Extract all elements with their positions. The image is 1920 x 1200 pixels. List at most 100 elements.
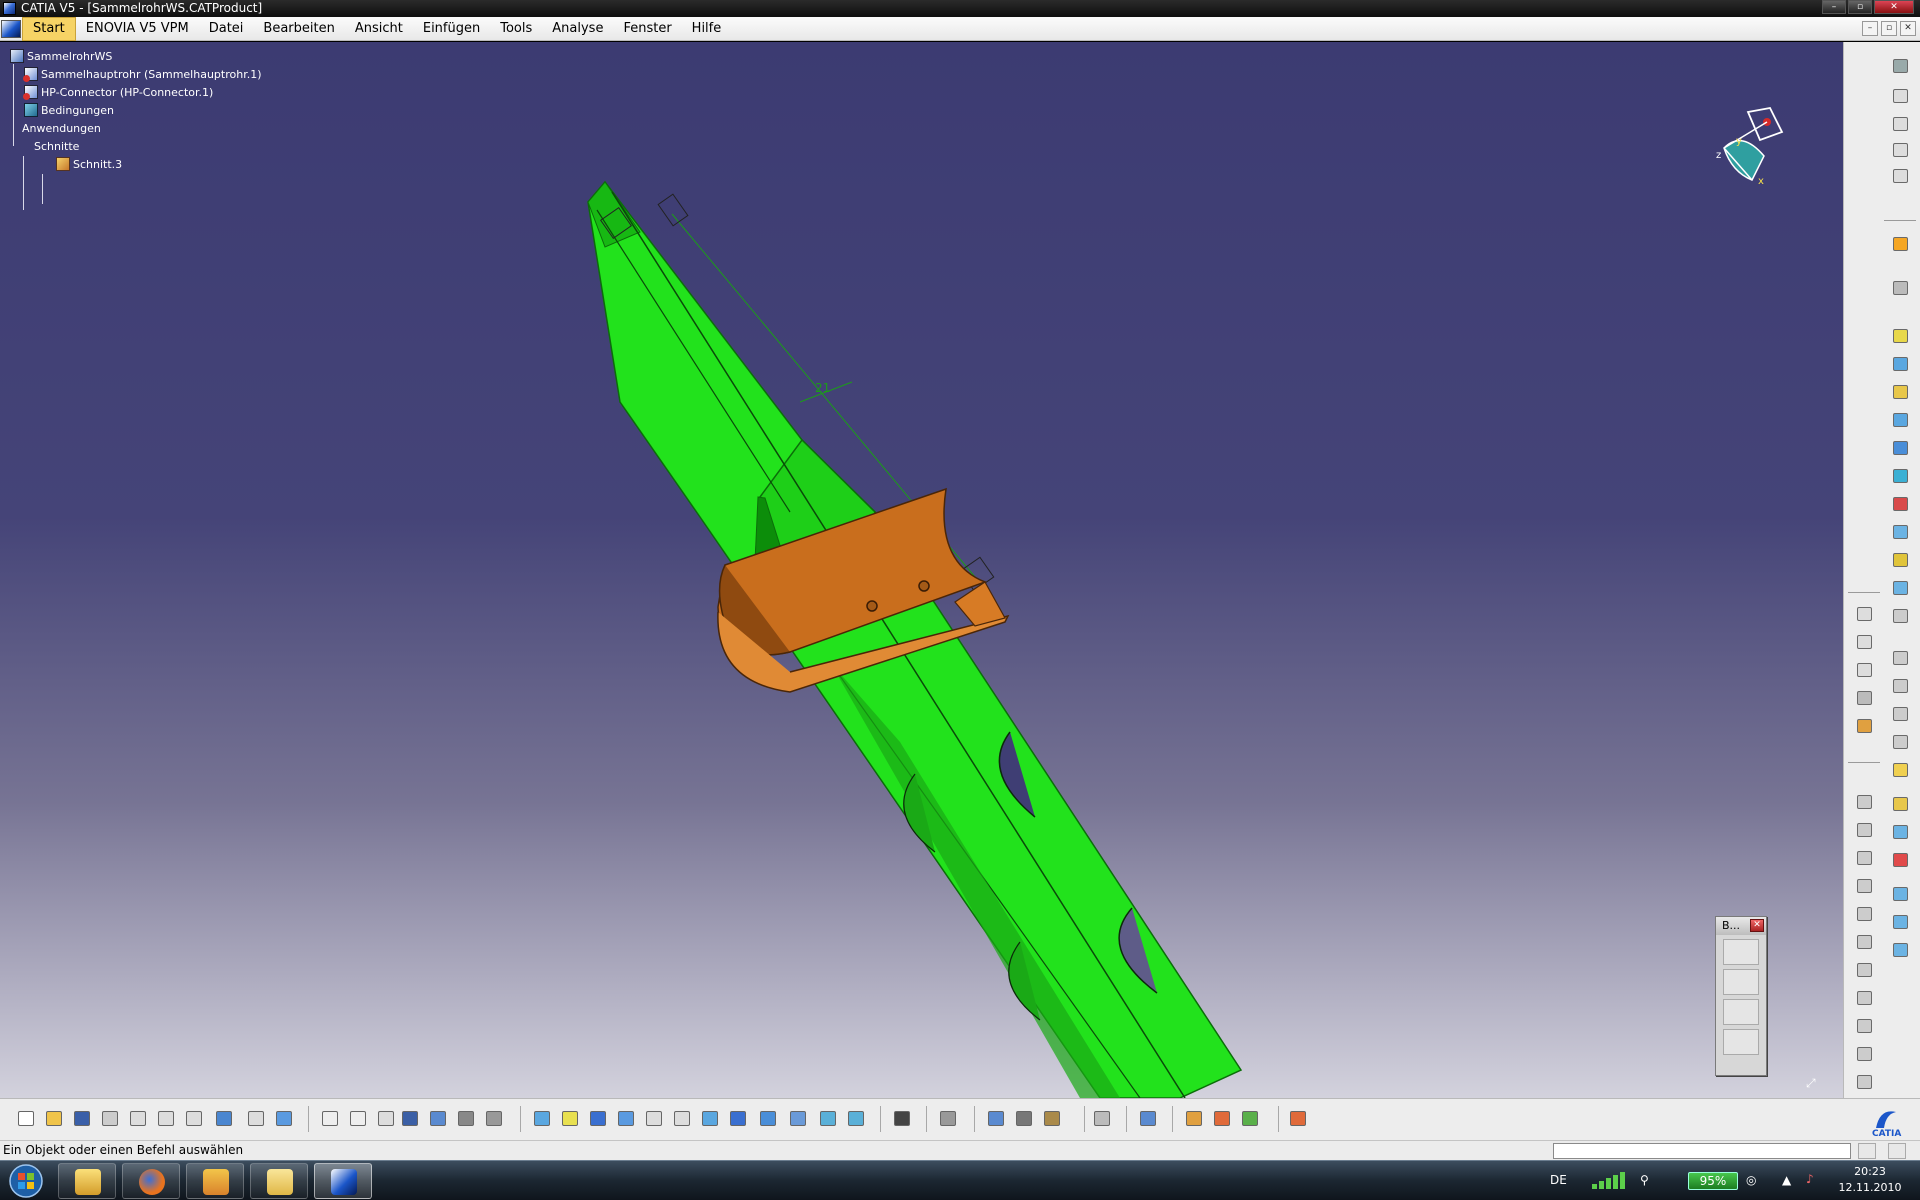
minimize-button[interactable]: – [1822,0,1846,14]
toolbar-button[interactable] [1890,166,1912,186]
toolbar-button[interactable] [1890,850,1912,870]
pan-button[interactable] [586,1108,610,1130]
select-arrow-button[interactable] [1890,234,1912,254]
battery-indicator[interactable]: 95% [1688,1172,1738,1190]
command-input[interactable] [1553,1143,1851,1159]
menu-analyse[interactable]: Analyse [542,17,613,41]
toolbar-button[interactable] [1890,940,1912,960]
toolbar-button[interactable] [1854,988,1876,1008]
toolbar-button[interactable] [1136,1108,1160,1130]
undo-button[interactable] [212,1108,236,1130]
help-button[interactable] [272,1108,296,1130]
status-button[interactable] [1888,1143,1906,1159]
tree-root[interactable]: SammelrohrWS [10,48,112,66]
swap-space-button[interactable] [844,1108,868,1130]
redo-button[interactable] [244,1108,268,1130]
table-button[interactable] [398,1108,422,1130]
new-document-button[interactable] [14,1108,38,1130]
toolbar-button[interactable] [1210,1108,1234,1130]
show-hidden-icons-icon[interactable]: ▲ [1782,1173,1791,1200]
toolbar-button[interactable] [1854,876,1876,896]
specification-tree[interactable]: SammelrohrWS Sammelhauptrohr (Sammelhaup… [8,48,308,210]
toolbar-button[interactable] [1890,86,1912,106]
menu-einfuegen[interactable]: Einfügen [413,17,490,41]
dimension-label[interactable]: 21 [815,381,830,395]
fit-all-button[interactable] [558,1108,582,1130]
toolbar-button[interactable] [1854,1072,1876,1092]
toolbar-button[interactable] [1854,604,1876,624]
taskbar-catia-button[interactable] [314,1163,372,1199]
clock[interactable]: 20:23 12.11.2010 [1834,1164,1906,1196]
toolbar-button[interactable] [426,1108,450,1130]
toolbar-button[interactable] [1890,466,1912,486]
toolbar-button[interactable] [1890,732,1912,752]
menu-enovia[interactable]: ENOVIA V5 VPM [76,17,199,41]
document-menu-icon[interactable] [1,20,21,38]
rotate-button[interactable] [614,1108,638,1130]
toolbar-button[interactable] [1854,716,1876,736]
toolbar-button[interactable] [1012,1108,1036,1130]
toolbar-button[interactable] [1890,114,1912,134]
toolbar-button[interactable] [1890,522,1912,542]
toolbar-button[interactable] [1890,438,1912,458]
print-button[interactable] [98,1108,122,1130]
annotation-abc-button[interactable] [1854,632,1876,652]
render-style-button[interactable] [786,1108,810,1130]
toolbar-button[interactable] [1890,760,1912,780]
toolbar-button[interactable] [936,1108,960,1130]
menu-start[interactable]: Start [22,17,76,41]
toolbar-button[interactable] [1890,382,1912,402]
menu-fenster[interactable]: Fenster [613,17,681,41]
toolbar-button[interactable] [1890,278,1912,298]
taskbar-folder-button[interactable] [250,1163,308,1199]
comment-button[interactable] [346,1108,370,1130]
toolbar-button[interactable] [1854,960,1876,980]
formula-button[interactable] [318,1108,342,1130]
3d-viewport[interactable]: 21 ⤢ SammelrohrWS Sammelhauptrohr (Samme… [0,42,1843,1098]
iso-view-button[interactable] [756,1108,780,1130]
toolbar-button[interactable] [1854,932,1876,952]
toolbar-button[interactable] [1854,904,1876,924]
doc-close-button[interactable]: ✕ [1900,21,1916,36]
toolbar-button[interactable] [1854,1044,1876,1064]
toolbar-button[interactable] [1854,820,1876,840]
menu-hilfe[interactable]: Hilfe [682,17,732,41]
section-tool-button[interactable] [1723,969,1759,995]
doc-minimize-button[interactable]: – [1862,21,1878,36]
toolbar-button[interactable] [454,1108,478,1130]
toolbar-button[interactable] [1238,1108,1262,1130]
toolbar-button[interactable] [1182,1108,1206,1130]
language-indicator[interactable]: DE [1550,1173,1567,1200]
menu-tools[interactable]: Tools [490,17,542,41]
status-button[interactable] [1858,1143,1876,1159]
zoom-out-button[interactable] [670,1108,694,1130]
menu-bearbeiten[interactable]: Bearbeiten [253,17,344,41]
floating-toolbar-close-button[interactable]: ✕ [1750,919,1764,932]
toolbar-button[interactable] [1854,792,1876,812]
floating-toolbar[interactable]: B... ✕ [1715,916,1767,1076]
toolbar-button[interactable] [1854,848,1876,868]
save-button[interactable] [70,1108,94,1130]
fly-mode-button[interactable] [530,1108,554,1130]
toolbar-button[interactable] [1890,912,1912,932]
tree-node-hp-connector[interactable]: HP-Connector (HP-Connector.1) [23,84,213,102]
compass-widget[interactable]: z x y [1712,100,1792,190]
toolbar-button[interactable] [1890,410,1912,430]
tree-node-sammelhauptrohr[interactable]: Sammelhauptrohr (Sammelhauptrohr.1) [23,66,262,84]
tree-node-schnitt-3[interactable]: Schnitt.3 [56,156,122,174]
start-button[interactable] [4,1163,48,1199]
toolbar-button[interactable] [1890,550,1912,570]
toolbar-button[interactable] [1890,704,1912,724]
menu-ansicht[interactable]: Ansicht [345,17,413,41]
open-button[interactable] [42,1108,66,1130]
normal-view-button[interactable] [698,1108,722,1130]
capture-camera-button[interactable] [890,1108,914,1130]
toolbar-button[interactable] [1090,1108,1114,1130]
hide-show-button[interactable] [816,1108,840,1130]
menu-datei[interactable]: Datei [199,17,254,41]
section-tool-button[interactable] [1723,939,1759,965]
zoom-in-button[interactable] [642,1108,666,1130]
section-tool-button[interactable] [1723,999,1759,1025]
tree-node-schnitte[interactable]: Schnitte [34,138,79,156]
toolbar-button[interactable] [1890,648,1912,668]
